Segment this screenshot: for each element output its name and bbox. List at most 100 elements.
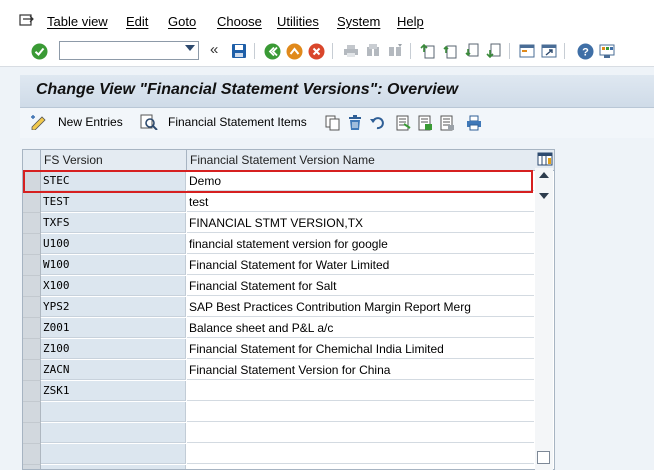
first-page-icon[interactable] — [419, 42, 437, 60]
row-selector[interactable] — [23, 423, 41, 444]
cell-fs-version[interactable] — [41, 444, 186, 464]
menu-help[interactable]: Help — [397, 14, 424, 29]
save-icon[interactable] — [230, 42, 248, 60]
cell-fs-version-name[interactable]: Balance sheet and P&L a/c — [187, 318, 534, 338]
find-icon[interactable] — [364, 42, 382, 60]
cell-fs-version[interactable]: TEST — [41, 192, 186, 212]
row-selector[interactable] — [23, 465, 41, 469]
menu-utilities[interactable]: Utilities — [277, 14, 319, 29]
cell-fs-version-name[interactable] — [187, 465, 534, 469]
customize-layout-icon[interactable] — [598, 42, 616, 60]
column-header-fs-version-name[interactable]: Financial Statement Version Name — [190, 153, 375, 167]
scroll-down-icon[interactable] — [539, 193, 549, 199]
chevron-down-icon[interactable] — [185, 45, 195, 51]
cell-fs-version-name[interactable] — [187, 444, 534, 464]
cell-fs-version[interactable]: Z001 — [41, 318, 186, 338]
cell-fs-version[interactable]: TXFS — [41, 213, 186, 233]
menu-icon[interactable] — [19, 13, 35, 27]
table-row[interactable] — [23, 444, 536, 465]
row-selector[interactable] — [23, 381, 41, 402]
row-selector[interactable] — [23, 255, 41, 276]
cell-fs-version-name[interactable]: financial statement version for google — [187, 234, 534, 254]
menu-choose[interactable]: Choose — [217, 14, 262, 29]
new-session-icon[interactable] — [518, 42, 536, 60]
shortcut-icon[interactable] — [540, 42, 558, 60]
table-row[interactable] — [23, 402, 536, 423]
column-header-fs-version[interactable]: FS Version — [44, 153, 103, 167]
cell-fs-version[interactable] — [41, 402, 186, 422]
cell-fs-version[interactable]: Z100 — [41, 339, 186, 359]
select-block-icon[interactable] — [416, 114, 434, 132]
cell-fs-version-name[interactable]: Financial Statement for Salt — [187, 276, 534, 296]
scroll-thumb[interactable] — [537, 451, 550, 464]
last-page-icon[interactable] — [485, 42, 503, 60]
back-icon[interactable] — [263, 42, 281, 60]
cell-fs-version-name[interactable]: Demo — [187, 171, 534, 191]
row-selector[interactable] — [23, 339, 41, 360]
enter-check-icon[interactable] — [30, 42, 48, 60]
cell-fs-version-name[interactable]: Financial Statement Version for China — [187, 360, 534, 380]
row-selector[interactable] — [23, 360, 41, 381]
cell-fs-version[interactable]: ZSK1 — [41, 381, 186, 401]
next-page-icon[interactable] — [463, 42, 481, 60]
table-row[interactable]: X100 Financial Statement for Salt — [23, 276, 536, 297]
row-selector[interactable] — [23, 213, 41, 234]
cell-fs-version-name[interactable] — [187, 423, 534, 443]
row-selector[interactable] — [23, 234, 41, 255]
table-row[interactable]: YPS2 SAP Best Practices Contribution Marg… — [23, 297, 536, 318]
table-row[interactable]: STEC Demo — [23, 171, 536, 192]
cell-fs-version[interactable] — [41, 423, 186, 443]
menu-goto[interactable]: Goto — [168, 14, 196, 29]
cell-fs-version-name[interactable]: Financial Statement for Water Limited — [187, 255, 534, 275]
table-row[interactable]: ZACN Financial Statement Version for Chin… — [23, 360, 536, 381]
table-row[interactable] — [23, 465, 536, 469]
table-settings-icon[interactable] — [536, 150, 554, 168]
cell-fs-version[interactable]: U100 — [41, 234, 186, 254]
financial-statement-items-button[interactable]: Financial Statement Items — [140, 114, 307, 131]
select-all-rows-header[interactable] — [23, 150, 41, 170]
row-selector[interactable] — [23, 444, 41, 465]
cell-fs-version[interactable]: YPS2 — [41, 297, 186, 317]
menu-table-view[interactable]: Table view — [47, 14, 108, 29]
row-selector[interactable] — [23, 318, 41, 339]
table-row[interactable]: ZSK1 — [23, 381, 536, 402]
cancel-icon[interactable] — [307, 42, 325, 60]
print-icon[interactable] — [342, 42, 360, 60]
table-row[interactable]: W100 Financial Statement for Water Limite… — [23, 255, 536, 276]
table-row[interactable]: Z001 Balance sheet and P&L a/c — [23, 318, 536, 339]
row-selector[interactable] — [23, 402, 41, 423]
new-entries-button[interactable]: New Entries — [30, 114, 123, 131]
collapse-chevron[interactable]: « — [210, 41, 218, 58]
previous-page-icon[interactable] — [441, 42, 459, 60]
undo-icon[interactable] — [368, 114, 386, 132]
copy-as-icon[interactable] — [324, 114, 342, 132]
table-row[interactable]: U100 financial statement version for goog… — [23, 234, 536, 255]
cell-fs-version[interactable]: ZACN — [41, 360, 186, 380]
find-next-icon[interactable] — [386, 42, 404, 60]
row-selector[interactable] — [23, 192, 41, 213]
vertical-scrollbar[interactable] — [535, 168, 553, 470]
table-row[interactable]: TXFS FINANCIAL STMT VERSION,TX — [23, 213, 536, 234]
cell-fs-version-name[interactable] — [187, 402, 534, 422]
cell-fs-version-name[interactable] — [187, 381, 534, 401]
cell-fs-version[interactable] — [41, 465, 186, 469]
cell-fs-version[interactable]: X100 — [41, 276, 186, 296]
cell-fs-version[interactable]: W100 — [41, 255, 186, 275]
print-view-icon[interactable] — [465, 114, 483, 132]
column-divider[interactable] — [186, 150, 187, 170]
select-all-icon[interactable] — [394, 114, 412, 132]
exit-icon[interactable] — [285, 42, 303, 60]
row-selector[interactable] — [23, 297, 41, 318]
cell-fs-version-name[interactable]: Financial Statement for Chemichal India … — [187, 339, 534, 359]
table-row[interactable]: Z100 Financial Statement for Chemichal In… — [23, 339, 536, 360]
deselect-all-icon[interactable] — [438, 114, 456, 132]
delete-icon[interactable] — [346, 114, 364, 132]
menu-system[interactable]: System — [337, 14, 380, 29]
cell-fs-version-name[interactable]: test — [187, 192, 534, 212]
scroll-up-icon[interactable] — [539, 172, 549, 178]
row-selector[interactable] — [23, 171, 41, 192]
table-row[interactable]: TEST test — [23, 192, 536, 213]
table-row[interactable] — [23, 423, 536, 444]
help-icon[interactable]: ? — [576, 42, 594, 60]
cell-fs-version-name[interactable]: SAP Best Practices Contribution Margin R… — [187, 297, 534, 317]
